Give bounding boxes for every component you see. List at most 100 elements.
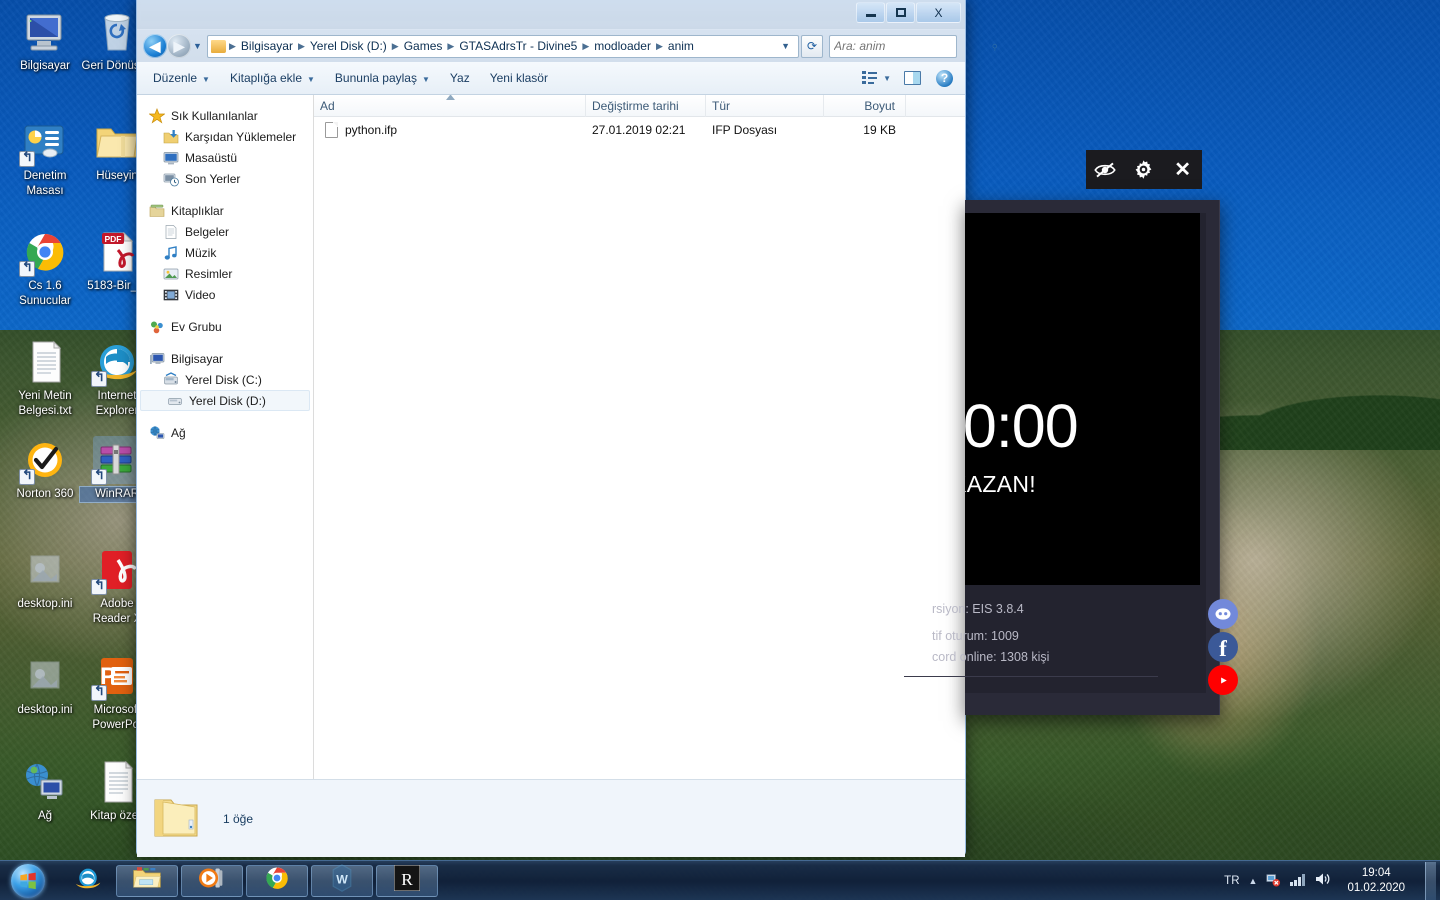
- overlay-toolbar[interactable]: ✕: [1086, 150, 1202, 189]
- toolbar-item-organize[interactable]: Düzenle ▼: [143, 66, 220, 90]
- facebook-icon[interactable]: f: [1208, 632, 1238, 662]
- powerpoint-icon: P: [91, 652, 141, 701]
- desktop-icon-12[interactable]: desktop.ini: [8, 652, 82, 718]
- nav-item-0-0[interactable]: Karşıdan Yüklemeler: [137, 126, 313, 147]
- back-button[interactable]: ◀: [143, 34, 167, 58]
- adobe-reader-icon: [91, 546, 141, 595]
- close-x-icon[interactable]: ✕: [1170, 157, 1196, 183]
- documents-icon: [163, 224, 179, 240]
- breadcrumb-item-0[interactable]: Bilgisayar: [237, 37, 297, 55]
- nav-header-1[interactable]: Kitaplıklar: [137, 200, 313, 221]
- language-indicator[interactable]: TR: [1224, 875, 1239, 887]
- breadcrumb-item-1[interactable]: Yerel Disk (D:): [306, 37, 391, 55]
- gear-icon[interactable]: [1131, 157, 1157, 183]
- desktop-icon-0[interactable]: Bilgisayar: [8, 8, 82, 74]
- nav-header-2[interactable]: Ev Grubu: [137, 316, 313, 337]
- breadcrumb-item-5[interactable]: anim: [664, 37, 698, 55]
- desktop-icon-6[interactable]: Yeni Metin Belgesi.txt: [8, 338, 82, 419]
- search-input[interactable]: [834, 39, 991, 53]
- nav-group-3: Bilgisayar Yerel Disk (C:) Yerel Disk (D:): [137, 348, 313, 411]
- column-header-size[interactable]: Boyut: [824, 94, 906, 117]
- preview-pane-icon[interactable]: [897, 66, 928, 90]
- nav-group-0: Sık Kullanılanlar Karşıdan Yüklemeler Masa…: [137, 105, 313, 189]
- launcher-banner: 20:00 A KAZAN!: [965, 213, 1200, 585]
- desktop-icon-14[interactable]: Ağ: [8, 758, 82, 824]
- clock[interactable]: 19:04 01.02.2020: [1340, 866, 1412, 896]
- show-desktop-button[interactable]: [1425, 861, 1436, 900]
- maximize-button[interactable]: [886, 2, 915, 23]
- nav-header-4[interactable]: Ağ: [137, 422, 313, 443]
- minimize-button[interactable]: [856, 2, 885, 23]
- signal-bars-icon[interactable]: [1290, 873, 1306, 889]
- view-icon-glyph: [862, 71, 878, 85]
- close-button[interactable]: X: [916, 2, 961, 23]
- discord-icon[interactable]: [1208, 599, 1238, 629]
- breadcrumb-separator: ▶: [229, 40, 236, 51]
- chevron-down-icon[interactable]: ▼: [775, 41, 796, 51]
- nav-item-0-2[interactable]: Son Yerler: [137, 168, 313, 189]
- toolbar-item-new-folder[interactable]: Yeni klasör: [480, 66, 558, 90]
- taskbar-internet-explorer[interactable]: [63, 865, 113, 897]
- nav-item-3-1[interactable]: Yerel Disk (D:): [140, 390, 310, 411]
- toolbar-item-add-to-library[interactable]: Kitaplığa ekle ▼: [220, 66, 325, 90]
- volume-icon[interactable]: [1315, 872, 1331, 889]
- explorer-body: Sık Kullanılanlar Karşıdan Yüklemeler Masa…: [137, 94, 965, 779]
- breadcrumb-item-4[interactable]: modloader: [590, 37, 655, 55]
- desktop-icon-8[interactable]: Norton 360: [8, 436, 82, 502]
- file-list-view[interactable]: Ad Değiştirme tarihi Tür Boyut python.if…: [314, 94, 965, 779]
- cell-type: IFP Dosyası: [712, 123, 778, 137]
- view-list-icon[interactable]: ▼: [858, 67, 895, 89]
- column-header-date[interactable]: Değiştirme tarihi: [586, 94, 706, 117]
- media-player-icon: [198, 865, 226, 896]
- taskbar[interactable]: WR TR ▲ 19:04 01.02.2020: [0, 860, 1440, 900]
- start-button[interactable]: [2, 862, 54, 900]
- launcher-content: 20:00 A KAZAN! rsiyon: EIS 3.8.4 tif otu…: [904, 213, 1238, 695]
- desktop-icon-2[interactable]: Denetim Masası: [8, 118, 82, 199]
- column-header-type[interactable]: Tür: [706, 94, 824, 117]
- address-bar-row: ◀ ▶ ▼ ▶ Bilgisayar ▶ Yerel Disk (D:) ▶ G…: [137, 30, 1002, 62]
- game-launcher-window[interactable]: 20:00 A KAZAN! rsiyon: EIS 3.8.4 tif otu…: [904, 200, 1238, 715]
- navigation-pane[interactable]: Sık Kullanılanlar Karşıdan Yüklemeler Masa…: [137, 95, 314, 779]
- taskbar-rockstar[interactable]: R: [376, 864, 438, 897]
- text-file-icon: [21, 338, 69, 386]
- eye-slash-icon[interactable]: [1092, 157, 1118, 183]
- nav-header-3[interactable]: Bilgisayar: [137, 348, 313, 369]
- table-row[interactable]: python.ifp 27.01.2019 02:21 IFP Dosyası 19 …: [314, 117, 965, 143]
- toolbar-item-burn[interactable]: Yaz: [440, 66, 480, 90]
- desktop-icon-4[interactable]: Cs 1.6 Sunucular: [8, 228, 82, 309]
- sort-ascending-arrow: [446, 95, 455, 100]
- pdf-file-icon: PDF: [93, 228, 141, 276]
- pictures-icon: [163, 266, 179, 282]
- file-explorer-window[interactable]: X ◀ ▶ ▼ ▶ Bilgisayar ▶ Yerel Disk (D:) ▶…: [136, 0, 1002, 857]
- search-box[interactable]: ⌕: [829, 34, 1002, 58]
- toolbar-item-share-with[interactable]: Bununla paylaş ▼: [325, 66, 440, 90]
- taskbar-windows-explorer[interactable]: [116, 864, 178, 897]
- nav-header-0[interactable]: Sık Kullanılanlar: [137, 105, 313, 126]
- taskbar-chrome[interactable]: [246, 864, 308, 897]
- youtube-icon[interactable]: [1208, 665, 1238, 695]
- nav-item-3-0[interactable]: Yerel Disk (C:): [137, 369, 313, 390]
- taskbar-word[interactable]: W: [311, 864, 373, 897]
- nav-item-0-1[interactable]: Masaüstü: [137, 147, 313, 168]
- breadcrumb[interactable]: ▶ Bilgisayar ▶ Yerel Disk (D:) ▶ Games ▶…: [207, 34, 799, 58]
- desktop-icon-10[interactable]: desktop.ini: [8, 546, 82, 612]
- nav-item-1-3[interactable]: Video: [137, 284, 313, 305]
- nav-item-1-2[interactable]: Resimler: [137, 263, 313, 284]
- forward-button[interactable]: ▶: [167, 34, 191, 58]
- help-icon[interactable]: ?: [930, 66, 959, 91]
- window-title-bar[interactable]: X: [137, 0, 965, 30]
- nav-item-1-1[interactable]: Müzik: [137, 242, 313, 263]
- network-error-icon[interactable]: [1266, 872, 1281, 890]
- nav-item-1-0[interactable]: Belgeler: [137, 221, 313, 242]
- breadcrumb-item-2[interactable]: Games: [400, 37, 447, 55]
- downloads-icon: [163, 129, 179, 145]
- recent-pages-dropdown[interactable]: ▼: [191, 41, 204, 51]
- video-icon: [163, 287, 179, 303]
- rockstar-icon: R: [393, 864, 421, 896]
- show-hidden-icons-button[interactable]: ▲: [1249, 876, 1258, 886]
- shortcut-arrow-icon: [91, 469, 107, 485]
- refresh-icon[interactable]: ⟳: [801, 34, 823, 58]
- breadcrumb-separator: ▶: [655, 40, 663, 51]
- taskbar-media-player[interactable]: [181, 864, 243, 897]
- breadcrumb-item-3[interactable]: GTASAdrsTr - Divine5: [455, 37, 581, 55]
